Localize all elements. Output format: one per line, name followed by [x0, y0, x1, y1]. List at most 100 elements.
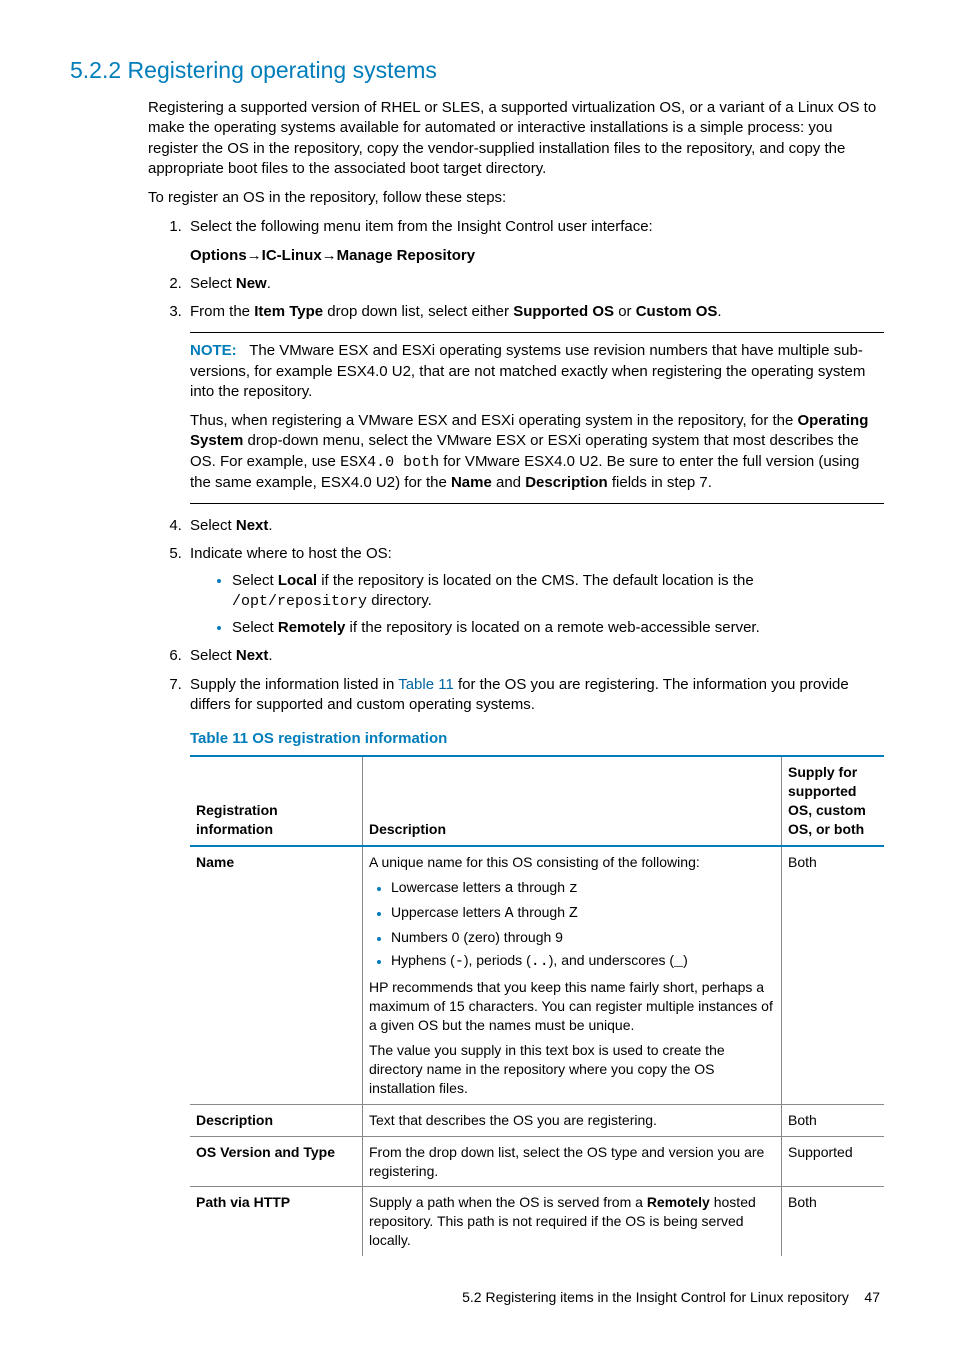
menu-options: Options — [190, 247, 247, 264]
b2-bold: Remotely — [278, 619, 346, 636]
table-caption: Table 11 OS registration information — [190, 729, 884, 749]
note-p2-b2: Name — [451, 474, 492, 491]
step-6-post: . — [268, 647, 272, 664]
step-1: Select the following menu item from the … — [186, 217, 884, 266]
page-footer: 5.2 Registering items in the Insight Con… — [70, 1288, 884, 1307]
note-block: NOTE: The VMware ESX and ESXi operating … — [190, 332, 884, 504]
row-desc-label: Description — [190, 1104, 363, 1136]
row-path-desc: Supply a path when the OS is served from… — [363, 1187, 782, 1256]
nb4-mid: ), periods ( — [464, 952, 531, 968]
b1-mid: if the repository is located on the CMS.… — [317, 572, 754, 589]
path-pre: Supply a path when the OS is served from… — [369, 1194, 647, 1210]
section-heading: 5.2.2 Registering operating systems — [70, 55, 884, 86]
table-row: Name A unique name for this OS consistin… — [190, 846, 884, 1104]
nb2-mid: through — [514, 904, 569, 920]
step-3: From the Item Type drop down list, selec… — [186, 302, 884, 504]
nb1-c1: a — [505, 880, 514, 897]
step-3-b3: Custom OS — [636, 303, 718, 320]
step-4-pre: Select — [190, 517, 236, 534]
intro-paragraph-2: To register an OS in the repository, fol… — [148, 188, 884, 208]
row-osver-supply: Supported — [782, 1136, 885, 1187]
row-name-label: Name — [190, 846, 363, 1104]
step-6: Select Next. — [186, 646, 884, 666]
name-bullet-1: Lowercase letters a through z — [391, 878, 773, 899]
row-path-label: Path via HTTP — [190, 1187, 363, 1256]
step-3-b2: Supported OS — [513, 303, 614, 320]
step-2-bold: New — [236, 275, 267, 292]
step-5-bullet-2: Select Remotely if the repository is loc… — [232, 618, 884, 638]
step-7-pre: Supply the information listed in — [190, 676, 398, 693]
steps-list: Select the following menu item from the … — [148, 217, 884, 1256]
name-desc-p3: The value you supply in this text box is… — [369, 1041, 773, 1098]
name-bullet-3: Numbers 0 (zero) through 9 — [391, 928, 773, 947]
table-11-link[interactable]: Table 11 — [398, 676, 454, 693]
table-row: OS Version and Type From the drop down l… — [190, 1136, 884, 1187]
th-description: Description — [363, 756, 782, 846]
nb3-pre: Numbers 0 (zero) through 9 — [391, 929, 563, 945]
footer-page-number: 47 — [864, 1289, 880, 1305]
name-desc-p2: HP recommends that you keep this name fa… — [369, 978, 773, 1035]
nb2-pre: Uppercase letters — [391, 904, 505, 920]
step-5-bullet-1: Select Local if the repository is locate… — [232, 571, 884, 613]
step-4-bold: Next — [236, 517, 269, 534]
row-name-supply: Both — [782, 846, 885, 1104]
step-5-sublist: Select Local if the repository is locate… — [190, 571, 884, 639]
table-row: Path via HTTP Supply a path when the OS … — [190, 1187, 884, 1256]
row-desc-desc: Text that describes the OS you are regis… — [363, 1104, 782, 1136]
note-p2-and: and — [492, 474, 525, 491]
step-4-post: . — [268, 517, 272, 534]
nb4-c1: - — [455, 953, 464, 970]
step-3-pre: From the — [190, 303, 254, 320]
footer-section: 5.2 Registering items in the Insight Con… — [462, 1289, 849, 1305]
note-p2-a: Thus, when registering a VMware ESX and … — [190, 412, 798, 429]
th-registration: Registration information — [190, 756, 363, 846]
b1-bold: Local — [278, 572, 317, 589]
name-bullet-2: Uppercase letters A through Z — [391, 903, 773, 924]
menu-path: Options→IC-Linux→Manage Repository — [190, 246, 884, 266]
row-osver-desc: From the drop down list, select the OS t… — [363, 1136, 782, 1187]
step-3-post: . — [717, 303, 721, 320]
step-1-text: Select the following menu item from the … — [190, 218, 653, 235]
name-bullets: Lowercase letters a through z Uppercase … — [369, 878, 773, 973]
nb4-c2: .. — [531, 953, 549, 970]
step-2-pre: Select — [190, 275, 236, 292]
table-row: Description Text that describes the OS y… — [190, 1104, 884, 1136]
step-3-mid: drop down list, select either — [323, 303, 513, 320]
row-desc-supply: Both — [782, 1104, 885, 1136]
nb1-mid: through — [514, 879, 569, 895]
step-5-text: Indicate where to host the OS: — [190, 545, 392, 562]
note-p1: The VMware ESX and ESXi operating system… — [190, 342, 865, 400]
row-name-desc: A unique name for this OS consisting of … — [363, 846, 782, 1104]
b1-pre: Select — [232, 572, 278, 589]
step-2-post: . — [267, 275, 271, 292]
b1-post: directory. — [367, 592, 432, 609]
nb1-pre: Lowercase letters — [391, 879, 505, 895]
nb1-c2: z — [569, 880, 578, 897]
nb4-post: ), and underscores ( — [549, 952, 674, 968]
nb2-c2: Z — [569, 905, 578, 922]
menu-manage: Manage Repository — [337, 247, 475, 264]
path-bold: Remotely — [647, 1194, 710, 1210]
step-3-b1: Item Type — [254, 303, 323, 320]
row-path-supply: Both — [782, 1187, 885, 1256]
th-supply: Supply for supported OS, custom OS, or b… — [782, 756, 885, 846]
intro-paragraph-1: Registering a supported version of RHEL … — [148, 98, 884, 179]
nb4-pre: Hyphens ( — [391, 952, 455, 968]
step-6-pre: Select — [190, 647, 236, 664]
step-5: Indicate where to host the OS: Select Lo… — [186, 544, 884, 638]
note-code: ESX4.0 both — [340, 454, 439, 471]
step-2: Select New. — [186, 274, 884, 294]
registration-table: Registration information Description Sup… — [190, 755, 884, 1256]
b2-pre: Select — [232, 619, 278, 636]
step-7: Supply the information listed in Table 1… — [186, 675, 884, 1257]
name-bullet-4: Hyphens (-), periods (..), and underscor… — [391, 951, 773, 972]
row-osver-label: OS Version and Type — [190, 1136, 363, 1187]
note-p2-d: fields in step 7. — [608, 474, 712, 491]
note-label: NOTE: — [190, 342, 237, 359]
nb2-c1: A — [505, 905, 514, 922]
b1-code: /opt/repository — [232, 593, 367, 610]
nb4-post2: ) — [683, 952, 688, 968]
menu-iclinux: IC-Linux — [262, 247, 322, 264]
step-3-or: or — [614, 303, 636, 320]
step-6-bold: Next — [236, 647, 269, 664]
